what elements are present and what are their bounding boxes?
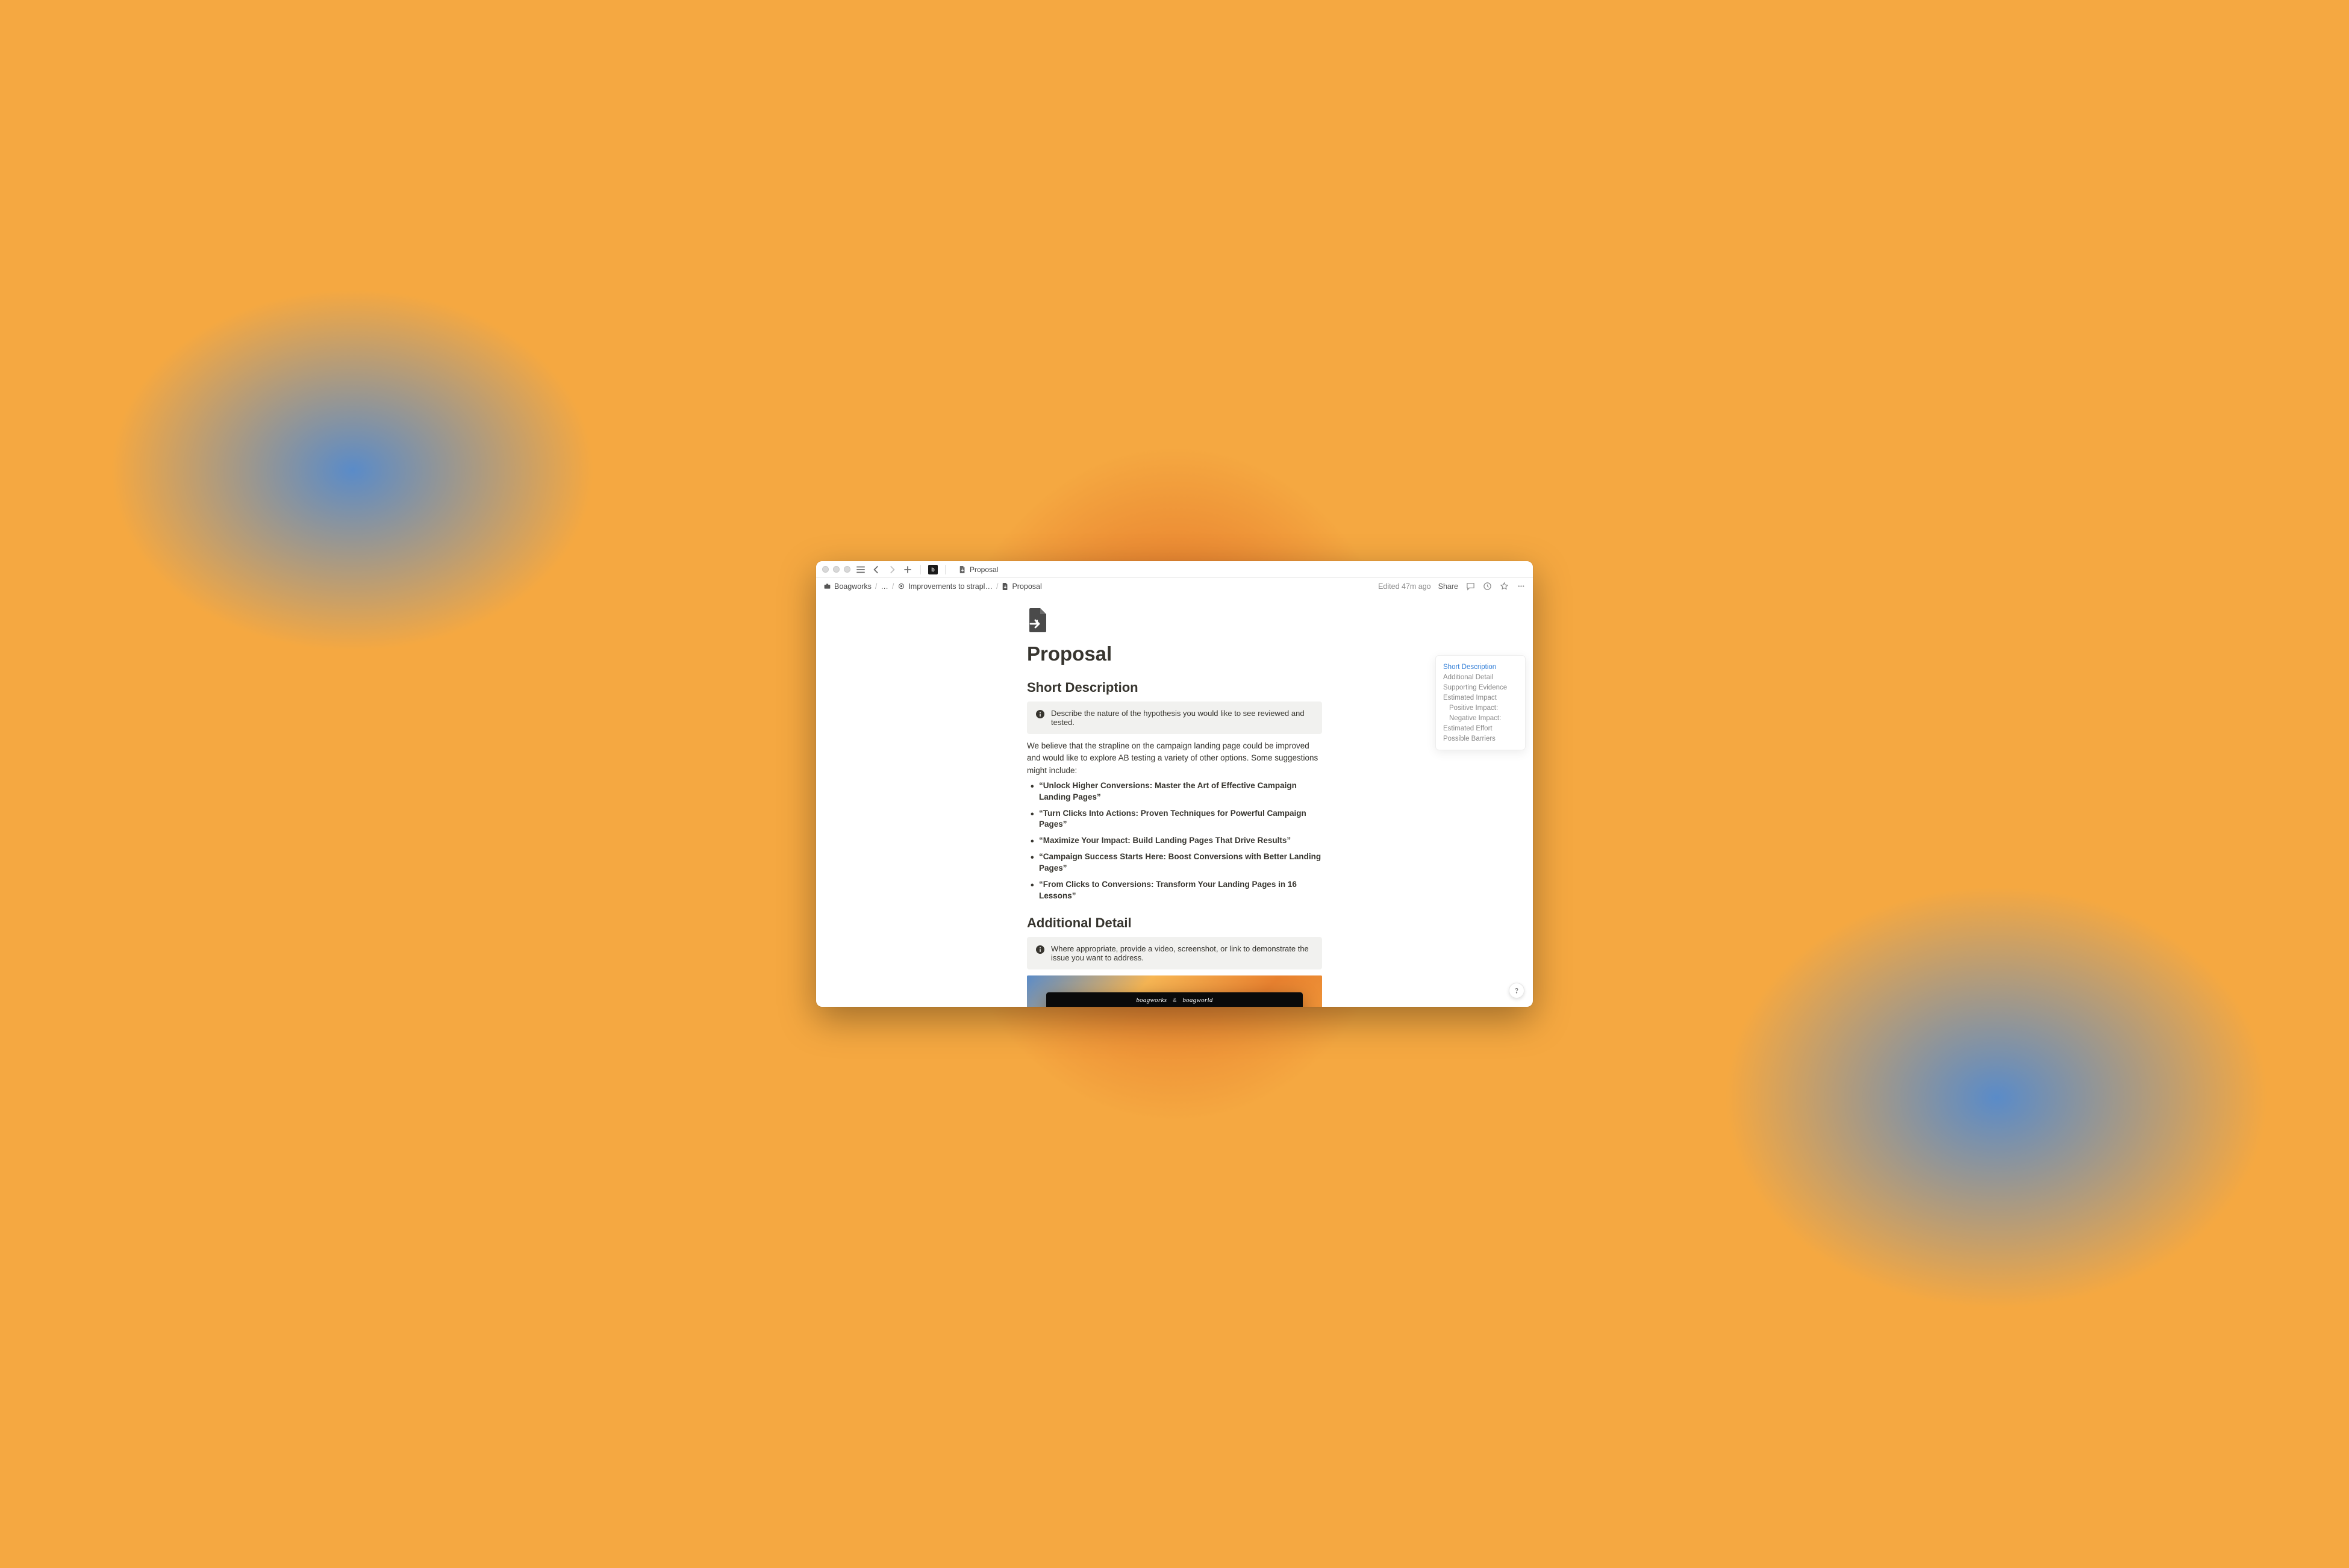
edited-timestamp: Edited 47m ago <box>1378 582 1431 591</box>
breadcrumb-ellipsis[interactable]: … <box>881 582 888 591</box>
maximize-window-button[interactable] <box>844 566 850 573</box>
more-icon[interactable] <box>1516 582 1526 591</box>
heading-additional-detail[interactable]: Additional Detail <box>1027 915 1322 931</box>
titlebar-separator <box>920 565 921 574</box>
callout-additional[interactable]: Where appropriate, provide a video, scre… <box>1027 937 1322 969</box>
nav-back-button[interactable] <box>871 564 882 575</box>
page-topbar: Boagworks / … / Improvements to strapl… … <box>816 578 1533 595</box>
help-icon <box>1512 986 1521 995</box>
breadcrumb-sep: / <box>892 582 894 591</box>
tab-doc-icon <box>959 565 966 574</box>
toc-item-additional-detail[interactable]: Additional Detail <box>1443 672 1518 682</box>
list-item[interactable]: “From Clicks to Conversions: Transform Y… <box>1039 879 1322 902</box>
active-tab[interactable]: Proposal <box>953 561 1031 577</box>
embed-header: boagworks & boagworld <box>1046 992 1303 1007</box>
share-button[interactable]: Share <box>1438 582 1458 591</box>
minimize-window-button[interactable] <box>833 566 840 573</box>
traffic-lights <box>822 566 850 573</box>
target-icon <box>897 582 905 590</box>
help-button[interactable] <box>1509 983 1524 998</box>
topbar-right: Edited 47m ago Share <box>1378 582 1526 591</box>
workspace-icon[interactable]: b <box>928 565 938 574</box>
breadcrumb-sep: / <box>875 582 877 591</box>
new-tab-button[interactable] <box>902 564 913 575</box>
close-window-button[interactable] <box>822 566 829 573</box>
list-item[interactable]: “Turn Clicks Into Actions: Proven Techni… <box>1039 808 1322 831</box>
favorite-icon[interactable] <box>1499 582 1509 591</box>
updates-icon[interactable] <box>1482 582 1492 591</box>
briefcase-icon <box>823 582 831 590</box>
list-item[interactable]: “Unlock Higher Conversions: Master the A… <box>1039 780 1322 803</box>
callout-text: Where appropriate, provide a video, scre… <box>1051 944 1314 962</box>
embed-brand-2: boagworld <box>1182 997 1212 1004</box>
info-icon <box>1035 945 1045 954</box>
breadcrumbs: Boagworks / … / Improvements to strapl… … <box>823 582 1042 591</box>
toc-item-estimated-impact[interactable]: Estimated Impact <box>1443 692 1518 703</box>
breadcrumb-current[interactable]: Proposal <box>1002 582 1041 591</box>
heading-short-description[interactable]: Short Description <box>1027 680 1322 695</box>
toc-item-estimated-effort[interactable]: Estimated Effort <box>1443 723 1518 733</box>
callout-short-desc[interactable]: Describe the nature of the hypothesis yo… <box>1027 702 1322 734</box>
embed-window: boagworks & boagworld CAMPAIGN LANDING P… <box>1046 992 1303 1007</box>
table-of-contents: Short Description Additional Detail Supp… <box>1435 655 1526 750</box>
doc-arrow-icon <box>1002 582 1009 591</box>
breadcrumb-parent[interactable]: Improvements to strapl… <box>897 582 993 591</box>
titlebar-separator-2 <box>945 565 946 574</box>
breadcrumb-root-label: Boagworks <box>834 582 872 591</box>
page-title[interactable]: Proposal <box>1027 642 1322 665</box>
content-area: Proposal Short Description Describe the … <box>816 595 1533 1007</box>
app-window: b Proposal Boagworks / … / Improvements … <box>816 561 1533 1007</box>
breadcrumb-sep: / <box>996 582 998 591</box>
breadcrumb-parent-label: Improvements to strapl… <box>908 582 993 591</box>
info-icon <box>1035 709 1045 719</box>
toc-item-short-description[interactable]: Short Description <box>1443 662 1518 672</box>
toc-item-negative-impact[interactable]: Negative Impact: <box>1443 713 1518 723</box>
embed-brand-1: boagworks <box>1136 997 1167 1004</box>
sidebar-toggle-icon[interactable] <box>855 564 866 575</box>
embedded-screenshot[interactable]: boagworks & boagworld CAMPAIGN LANDING P… <box>1027 975 1322 1007</box>
breadcrumb-current-label: Proposal <box>1012 582 1041 591</box>
embed-ampersand: & <box>1173 997 1176 1003</box>
embed-background: boagworks & boagworld CAMPAIGN LANDING P… <box>1027 975 1322 1007</box>
breadcrumb-root[interactable]: Boagworks <box>823 582 872 591</box>
toc-item-supporting-evidence[interactable]: Supporting Evidence <box>1443 682 1518 692</box>
window-titlebar: b Proposal <box>816 561 1533 578</box>
toc-item-possible-barriers[interactable]: Possible Barriers <box>1443 733 1518 744</box>
comments-icon[interactable] <box>1465 582 1475 591</box>
list-item[interactable]: “Maximize Your Impact: Build Landing Pag… <box>1039 835 1322 847</box>
tab-title: Proposal <box>970 565 998 574</box>
strapline-suggestions: “Unlock Higher Conversions: Master the A… <box>1027 780 1322 902</box>
callout-text: Describe the nature of the hypothesis yo… <box>1051 709 1314 727</box>
document-page: Proposal Short Description Describe the … <box>1027 608 1322 1007</box>
short-desc-body[interactable]: We believe that the strapline on the cam… <box>1027 740 1322 777</box>
nav-forward-button[interactable] <box>887 564 897 575</box>
page-hero-icon <box>1027 608 1049 632</box>
toc-item-positive-impact[interactable]: Positive Impact: <box>1443 703 1518 713</box>
list-item[interactable]: “Campaign Success Starts Here: Boost Con… <box>1039 851 1322 874</box>
